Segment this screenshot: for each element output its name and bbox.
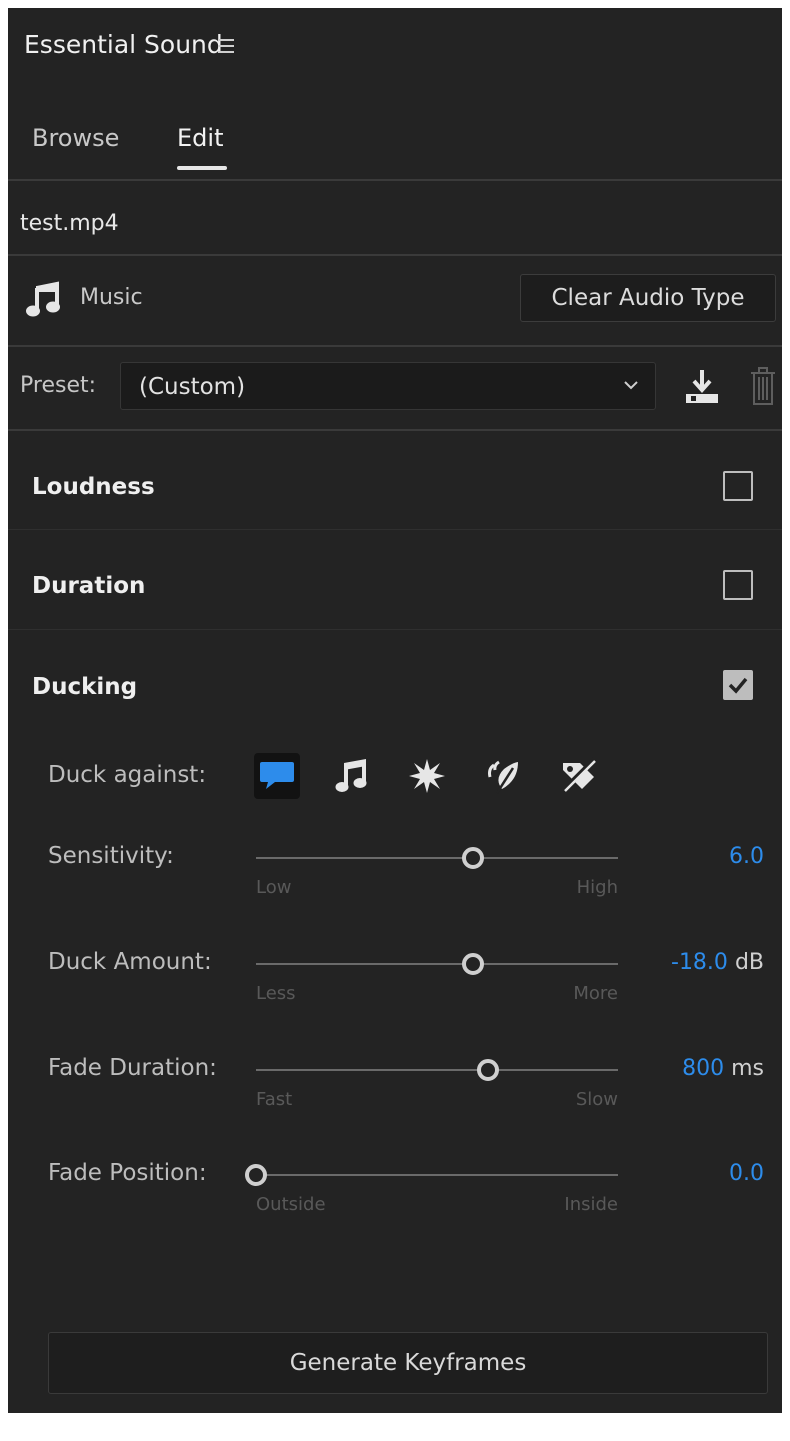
slider-label: Fade Position: [48,1160,207,1186]
preset-value: (Custom) [139,374,246,400]
slider-track[interactable] [256,857,618,859]
divider [8,529,782,530]
essential-sound-panel: Essential Sound Browse Edit test.mp4 Mus… [8,8,782,1413]
slider-value[interactable]: 6.0 [729,844,764,869]
chevron-down-icon [621,375,641,395]
hamburger-menu-icon[interactable] [215,35,237,57]
music-icon[interactable] [330,753,376,799]
loudness-checkbox[interactable] [723,471,753,501]
slider-min-label: Less [256,983,296,1004]
slider-min-label: Fast [256,1089,293,1110]
slider-track[interactable] [256,1174,618,1176]
slider-value-number[interactable]: 0.0 [729,1161,764,1186]
slider-value[interactable]: 800 ms [682,1056,764,1081]
slider-track[interactable] [256,963,618,965]
panel-title: Essential Sound [24,30,223,59]
preset-label: Preset: [20,373,97,398]
slider-max-label: Slow [575,1089,618,1110]
ducking-section-title: Ducking [32,674,138,700]
audio-type-label: Music [80,285,143,310]
slider-value-number[interactable]: -18.0 [671,950,728,975]
clip-filename: test.mp4 [20,211,119,236]
ambience-icon[interactable] [480,753,526,799]
dialogue-icon[interactable] [254,753,300,799]
preset-dropdown[interactable]: (Custom) [120,362,656,410]
save-preset-icon[interactable] [682,366,722,406]
slider-max-label: More [573,983,618,1004]
slider-label: Duck Amount: [48,949,212,975]
slider-max-label: High [576,877,618,898]
unclassified-audio-icon[interactable] [556,753,602,799]
slider-knob[interactable] [462,953,485,975]
trash-icon[interactable] [748,365,778,407]
divider [8,179,782,181]
loudness-section-title: Loudness [32,474,155,500]
slider-knob[interactable] [462,847,485,869]
clear-audio-type-button[interactable]: Clear Audio Type [520,274,776,322]
divider [8,429,782,431]
slider-value[interactable]: -18.0 dB [671,950,764,975]
duck-against-label: Duck against: [48,762,207,788]
active-tab-indicator [177,166,227,170]
slider-value-number[interactable]: 6.0 [729,844,764,869]
music-note-icon [24,280,64,320]
divider [8,629,782,630]
duration-section-title: Duration [32,573,146,599]
slider-max-label: Inside [564,1194,618,1215]
divider [8,254,782,256]
ducking-checkbox[interactable] [723,670,753,700]
tab-edit[interactable]: Edit [177,124,223,152]
slider-value-unit: ms [731,1056,764,1081]
divider [8,345,782,347]
slider-min-label: Low [256,877,292,898]
slider-track[interactable] [256,1069,618,1071]
slider-value-unit: dB [734,950,764,975]
tab-browse[interactable]: Browse [32,124,119,152]
slider-knob[interactable] [476,1059,499,1081]
slider-label: Sensitivity: [48,843,174,869]
duration-checkbox[interactable] [723,570,753,600]
slider-value[interactable]: 0.0 [729,1161,764,1186]
slider-label: Fade Duration: [48,1055,217,1081]
slider-min-label: Outside [256,1194,326,1215]
slider-knob[interactable] [245,1164,267,1186]
slider-value-number[interactable]: 800 [682,1056,724,1081]
sfx-icon[interactable] [404,753,450,799]
generate-keyframes-button[interactable]: Generate Keyframes [48,1332,768,1394]
